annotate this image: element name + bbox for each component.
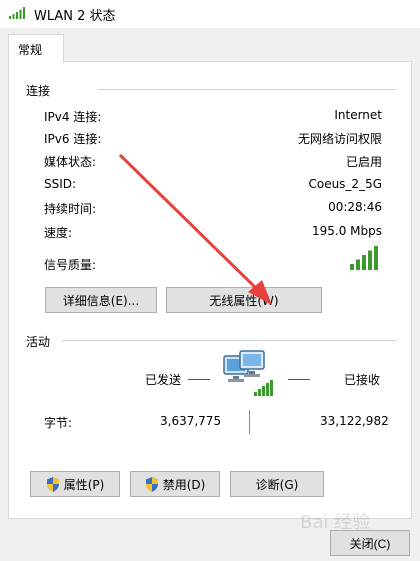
properties-button-label: 属性(P)	[63, 477, 105, 492]
properties-button[interactable]: 属性(P)	[30, 471, 120, 497]
bytes-label: 字节:	[44, 416, 73, 430]
bytes-separator	[249, 410, 250, 434]
signal-bar	[368, 250, 372, 270]
activity-divider	[62, 340, 396, 341]
ssid-label: SSID:	[44, 177, 77, 191]
signal-bar	[356, 259, 360, 270]
tab-general-label: 常规	[18, 43, 43, 57]
details-button[interactable]: 详细信息(E)...	[45, 287, 157, 313]
wireless-properties-button[interactable]: 无线属性(W)	[166, 287, 322, 313]
signal-strength-icon	[350, 246, 378, 270]
media-state-label: 媒体状态:	[44, 155, 97, 169]
signal-bar	[374, 246, 378, 270]
tab-general[interactable]: 常规	[8, 34, 64, 63]
bytes-received-value: 33,122,982	[320, 414, 389, 428]
window-title: WLAN 2 状态	[34, 9, 116, 24]
received-label: 已接收	[344, 373, 381, 387]
network-computers-icon	[223, 350, 273, 396]
disable-button-label: 禁用(D)	[162, 477, 206, 492]
ipv4-label: IPv4 连接:	[44, 110, 102, 124]
bytes-sent-value: 3,637,775	[160, 414, 222, 428]
sent-label: 已发送	[145, 373, 182, 387]
close-button[interactable]: 关闭(C)	[330, 530, 410, 556]
signal-quality-label: 信号质量:	[44, 258, 97, 272]
uac-shield-icon	[145, 476, 158, 492]
wifi-signal-icon	[9, 7, 25, 19]
speed-label: 速度:	[44, 226, 73, 240]
signal-bar	[362, 255, 366, 270]
speed-value: 195.0 Mbps	[311, 224, 382, 238]
signal-bar	[350, 264, 354, 270]
diagnose-button[interactable]: 诊断(G)	[230, 471, 324, 497]
ipv4-value: Internet	[334, 108, 382, 122]
ssid-value: Coeus_2_5G	[308, 177, 382, 191]
ipv6-label: IPv6 连接:	[44, 132, 102, 146]
sent-dash	[188, 379, 210, 380]
duration-value: 00:28:46	[328, 200, 382, 214]
ipv6-value: 无网络访问权限	[297, 132, 382, 146]
connection-divider	[98, 89, 396, 90]
disable-button[interactable]: 禁用(D)	[130, 471, 220, 497]
connection-header: 连接	[26, 84, 51, 98]
title-bar: WLAN 2 状态	[0, 0, 420, 28]
duration-label: 持续时间:	[44, 202, 97, 216]
uac-shield-icon	[46, 476, 59, 492]
activity-header: 活动	[26, 335, 51, 349]
received-dash	[288, 379, 310, 380]
media-state-value: 已启用	[345, 155, 382, 169]
